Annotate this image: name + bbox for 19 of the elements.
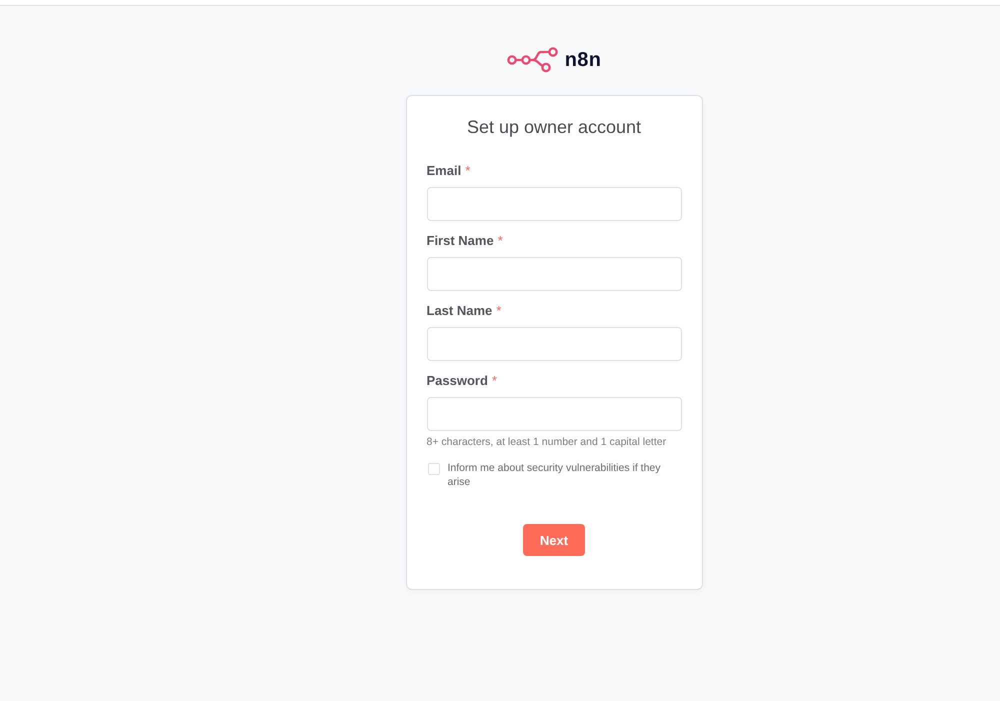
required-mark: * xyxy=(465,163,470,179)
checkbox-label: Inform me about security vulnerabilities if they arise xyxy=(448,461,662,489)
field-label: Email xyxy=(426,163,462,179)
brand-name: n8n xyxy=(564,48,602,73)
hint-text: 8+ characters, at least 1 number and 1 capital letter xyxy=(426,435,668,449)
field-label: Last Name xyxy=(426,303,492,319)
required-mark: * xyxy=(498,233,503,249)
checkbox[interactable] xyxy=(428,463,440,475)
field-label: First Name xyxy=(426,233,494,249)
required-mark: * xyxy=(496,303,502,319)
input-field[interactable] xyxy=(426,327,682,361)
input-field[interactable] xyxy=(426,257,682,291)
field-label: Password xyxy=(426,373,488,389)
required-mark: * xyxy=(492,373,497,389)
next-button[interactable]: Next xyxy=(522,524,586,556)
card-title: Set up owner account xyxy=(466,116,642,138)
input-field[interactable] xyxy=(426,397,682,431)
logo-icon xyxy=(506,47,558,73)
input-field[interactable] xyxy=(426,187,682,221)
